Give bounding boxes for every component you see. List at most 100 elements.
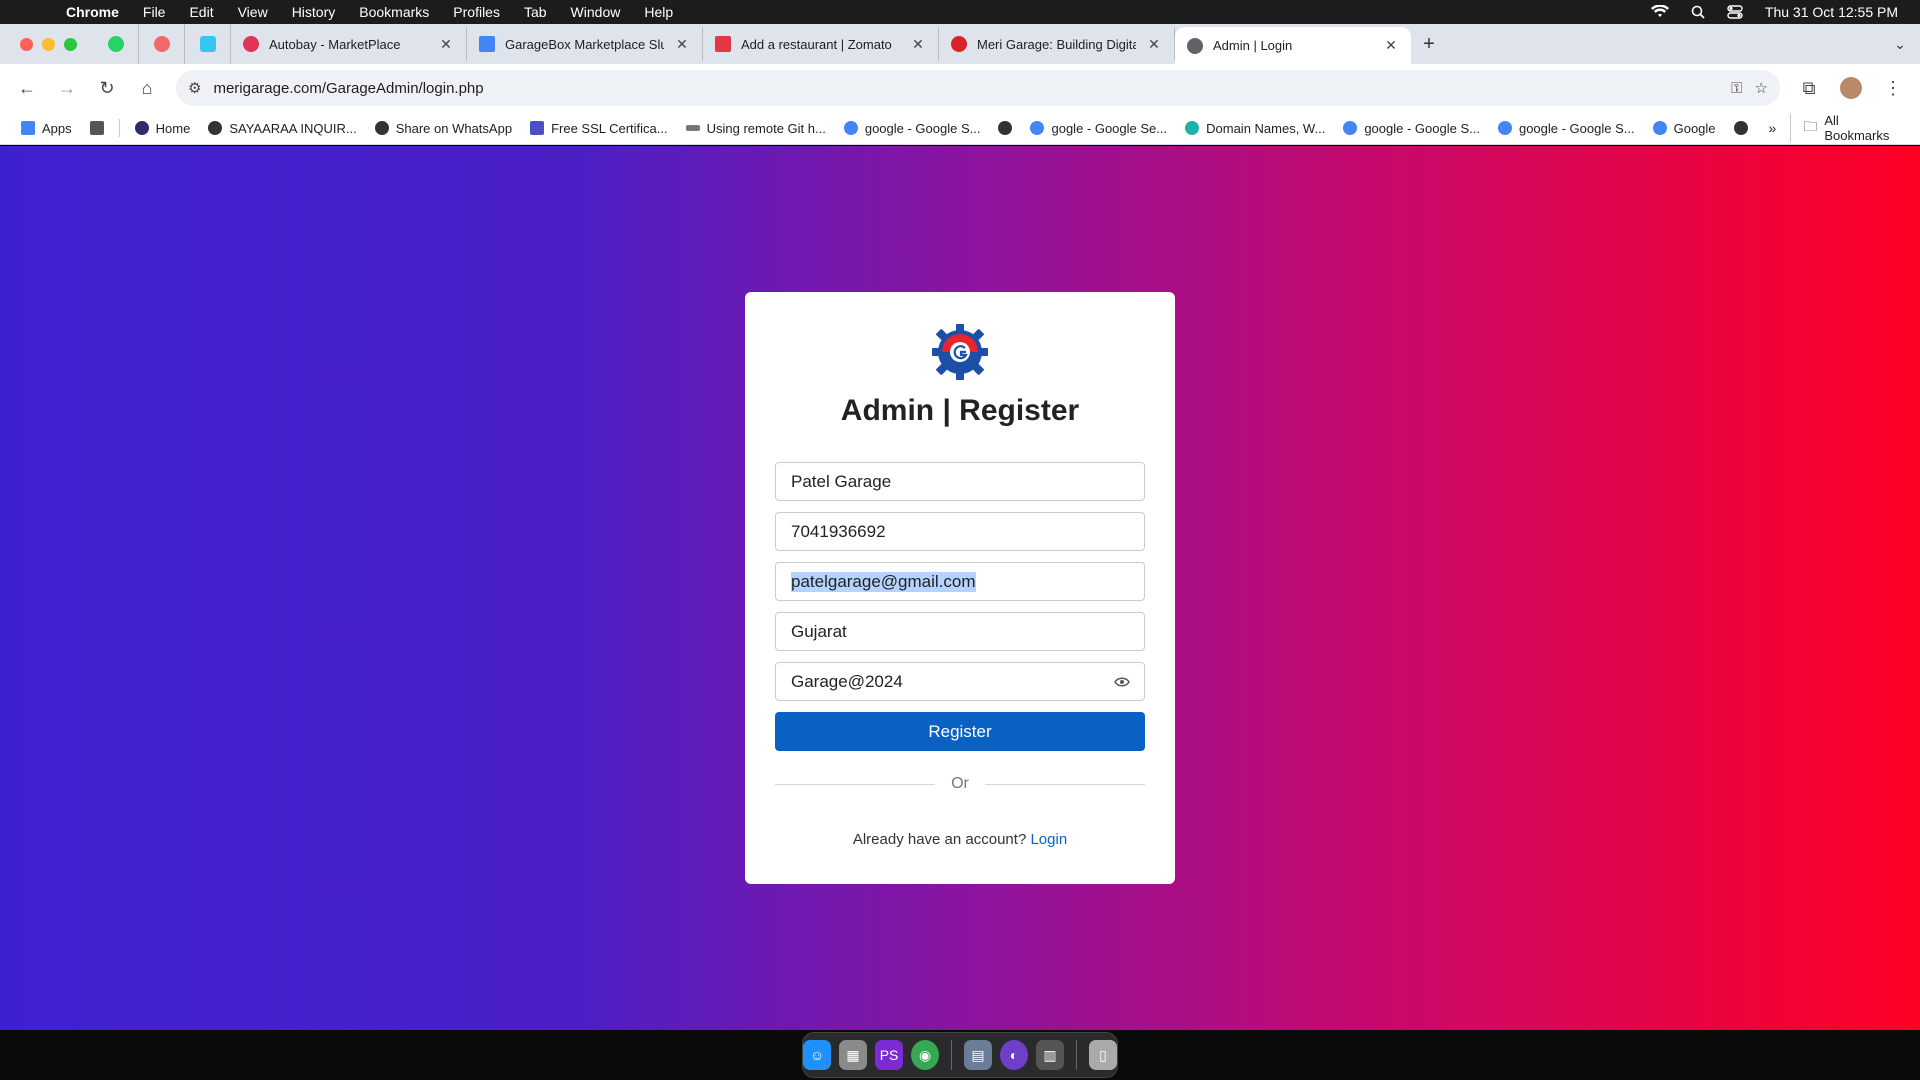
pinned-tab-whatsapp[interactable] — [93, 24, 139, 64]
google-icon — [1497, 121, 1512, 135]
register-button[interactable]: Register — [775, 712, 1145, 751]
garage-name-input[interactable]: Patel Garage — [775, 462, 1145, 501]
tab-zomato[interactable]: Add a restaurant | Zomato ✕ — [703, 27, 939, 61]
password-key-icon[interactable]: ⚿ — [1731, 80, 1742, 97]
zoom-window-button[interactable] — [64, 37, 77, 51]
bookmark-apps[interactable]: Apps — [14, 121, 79, 136]
pinned-tab-asana[interactable] — [139, 24, 185, 64]
github-desktop-icon[interactable]: ◐ — [1000, 1040, 1029, 1070]
address-bar[interactable]: ⚙ merigarage.com/GarageAdmin/login.php ⚿… — [176, 70, 1780, 106]
extensions-puzzle-icon[interactable]: ⧉ — [1792, 71, 1826, 105]
bookmark-globe[interactable] — [991, 121, 1019, 135]
phone-value: 7041936692 — [791, 521, 886, 541]
bookmark-free-ssl[interactable]: Free SSL Certifica... — [523, 121, 675, 136]
bookmark-share-whatsapp[interactable]: Share on WhatsApp — [368, 121, 519, 136]
bookmarks-overflow-chevron-icon[interactable]: » — [1759, 120, 1787, 136]
spotlight-search-icon[interactable] — [1691, 5, 1705, 19]
tab-search-chevron-icon[interactable]: ⌄ — [1880, 27, 1920, 61]
all-bookmarks-button[interactable]: 🗀 All Bookmarks — [1790, 113, 1906, 143]
google-icon — [1343, 121, 1358, 135]
login-link[interactable]: Login — [1030, 831, 1067, 848]
plesk-icon — [685, 125, 700, 131]
menu-app-name[interactable]: Chrome — [54, 4, 131, 20]
domain-favicon-icon — [1185, 121, 1200, 135]
tab-autobay[interactable]: Autobay - MarketPlace ✕ — [231, 27, 467, 61]
close-tab-icon[interactable]: ✕ — [1146, 36, 1162, 53]
launchpad-icon[interactable]: ▦ — [839, 1040, 868, 1070]
trash-icon[interactable]: ▯ — [1088, 1040, 1117, 1070]
folder-icon: 🗀 — [1803, 118, 1818, 134]
menu-tab[interactable]: Tab — [512, 4, 559, 20]
tab-garagebox[interactable]: GarageBox Marketplace Slug ✕ — [467, 27, 703, 61]
address-url[interactable]: merigarage.com/GarageAdmin/login.php — [213, 80, 1719, 97]
bookmark-label: Apps — [42, 120, 72, 136]
bookmark-star-icon[interactable]: ☆ — [1755, 79, 1768, 97]
home-button[interactable]: ⌂ — [130, 71, 164, 105]
bookmark-google[interactable]: Google — [1646, 121, 1723, 136]
tab-admin-login[interactable]: Admin | Login ✕ — [1175, 27, 1411, 64]
bookmarks-divider — [118, 119, 120, 137]
all-bookmarks-label: All Bookmarks — [1824, 113, 1890, 143]
close-window-button[interactable] — [20, 37, 33, 51]
bookmark-google-search-2[interactable]: google - Google S... — [1336, 121, 1487, 136]
bookmark-google-search-1[interactable]: google - Google S... — [837, 121, 988, 136]
bookmark-label: SAYAARAA INQUIR... — [229, 120, 357, 136]
bookmark-label: Free SSL Certifica... — [551, 120, 668, 136]
wifi-icon[interactable] — [1650, 5, 1669, 19]
google-docs-icon — [479, 36, 495, 52]
menu-bookmarks[interactable]: Bookmarks — [347, 4, 441, 20]
tab-meri-garage[interactable]: Meri Garage: Building Digital ✕ — [939, 27, 1175, 61]
close-tab-icon[interactable]: ✕ — [1383, 37, 1399, 54]
pinned-tab-slack[interactable] — [185, 24, 231, 64]
bookmark-remote-git[interactable]: Using remote Git h... — [679, 121, 833, 136]
state-input[interactable]: Gujarat — [775, 612, 1145, 651]
new-tab-button[interactable]: + — [1411, 27, 1447, 61]
eye-icon[interactable] — [1114, 676, 1130, 688]
globe-icon — [374, 121, 389, 135]
chrome-tab-strip: Autobay - MarketPlace ✕ GarageBox Market… — [0, 24, 1920, 64]
bookmark-gogle-search[interactable]: gogle - Google Se... — [1023, 121, 1174, 136]
phone-input[interactable]: 7041936692 — [775, 512, 1145, 551]
password-input[interactable]: Garage@2024 — [775, 662, 1145, 701]
login-prompt: Already have an account? Login — [775, 831, 1145, 848]
reload-button[interactable]: ↻ — [90, 71, 124, 105]
bookmark-tab-groups[interactable] — [83, 121, 111, 135]
chrome-icon[interactable]: ◉ — [911, 1040, 940, 1070]
google-icon — [1652, 121, 1667, 135]
divider-line — [775, 783, 936, 785]
site-info-icon[interactable]: ⚙ — [188, 79, 201, 97]
menu-view[interactable]: View — [226, 4, 280, 20]
bookmark-globe-2[interactable] — [1727, 121, 1755, 135]
calculator-icon[interactable]: ▥ — [1036, 1040, 1065, 1070]
bookmark-label: google - Google S... — [864, 120, 981, 136]
bookmark-google-search-3[interactable]: google - Google S... — [1491, 121, 1642, 136]
phpstorm-icon[interactable]: PS — [875, 1040, 904, 1070]
menu-edit[interactable]: Edit — [177, 4, 225, 20]
tab-groups-icon — [89, 121, 104, 135]
close-tab-icon[interactable]: ✕ — [674, 36, 690, 53]
dock-divider — [951, 1040, 952, 1070]
menu-clock[interactable]: Thu 31 Oct 12:55 PM — [1765, 4, 1898, 20]
forward-button[interactable]: → — [50, 71, 84, 105]
back-button[interactable]: ← — [10, 71, 44, 105]
menu-history[interactable]: History — [280, 4, 348, 20]
menu-file[interactable]: File — [131, 4, 178, 20]
close-tab-icon[interactable]: ✕ — [438, 36, 454, 53]
tab-title: Meri Garage: Building Digital — [977, 36, 1136, 52]
finder-icon[interactable]: ☺ — [803, 1040, 832, 1070]
menu-window[interactable]: Window — [559, 4, 633, 20]
whatsapp-icon — [107, 36, 124, 52]
menu-profiles[interactable]: Profiles — [441, 4, 512, 20]
minimize-window-button[interactable] — [42, 37, 55, 51]
email-input[interactable]: patelgarage@gmail.com — [775, 562, 1145, 601]
close-tab-icon[interactable]: ✕ — [910, 36, 926, 53]
control-center-icon[interactable] — [1727, 5, 1743, 19]
menu-help[interactable]: Help — [632, 4, 685, 20]
bookmark-domain-names[interactable]: Domain Names, W... — [1178, 121, 1332, 136]
bookmark-home[interactable]: Home — [128, 121, 198, 136]
bookmark-label: Google — [1673, 120, 1716, 136]
bookmark-sayaaraa[interactable]: SAYAARAA INQUIR... — [201, 121, 363, 136]
profile-avatar[interactable] — [1840, 77, 1862, 99]
preview-icon[interactable]: ▤ — [964, 1040, 993, 1070]
chrome-menu-icon[interactable]: ⋮ — [1876, 71, 1910, 105]
